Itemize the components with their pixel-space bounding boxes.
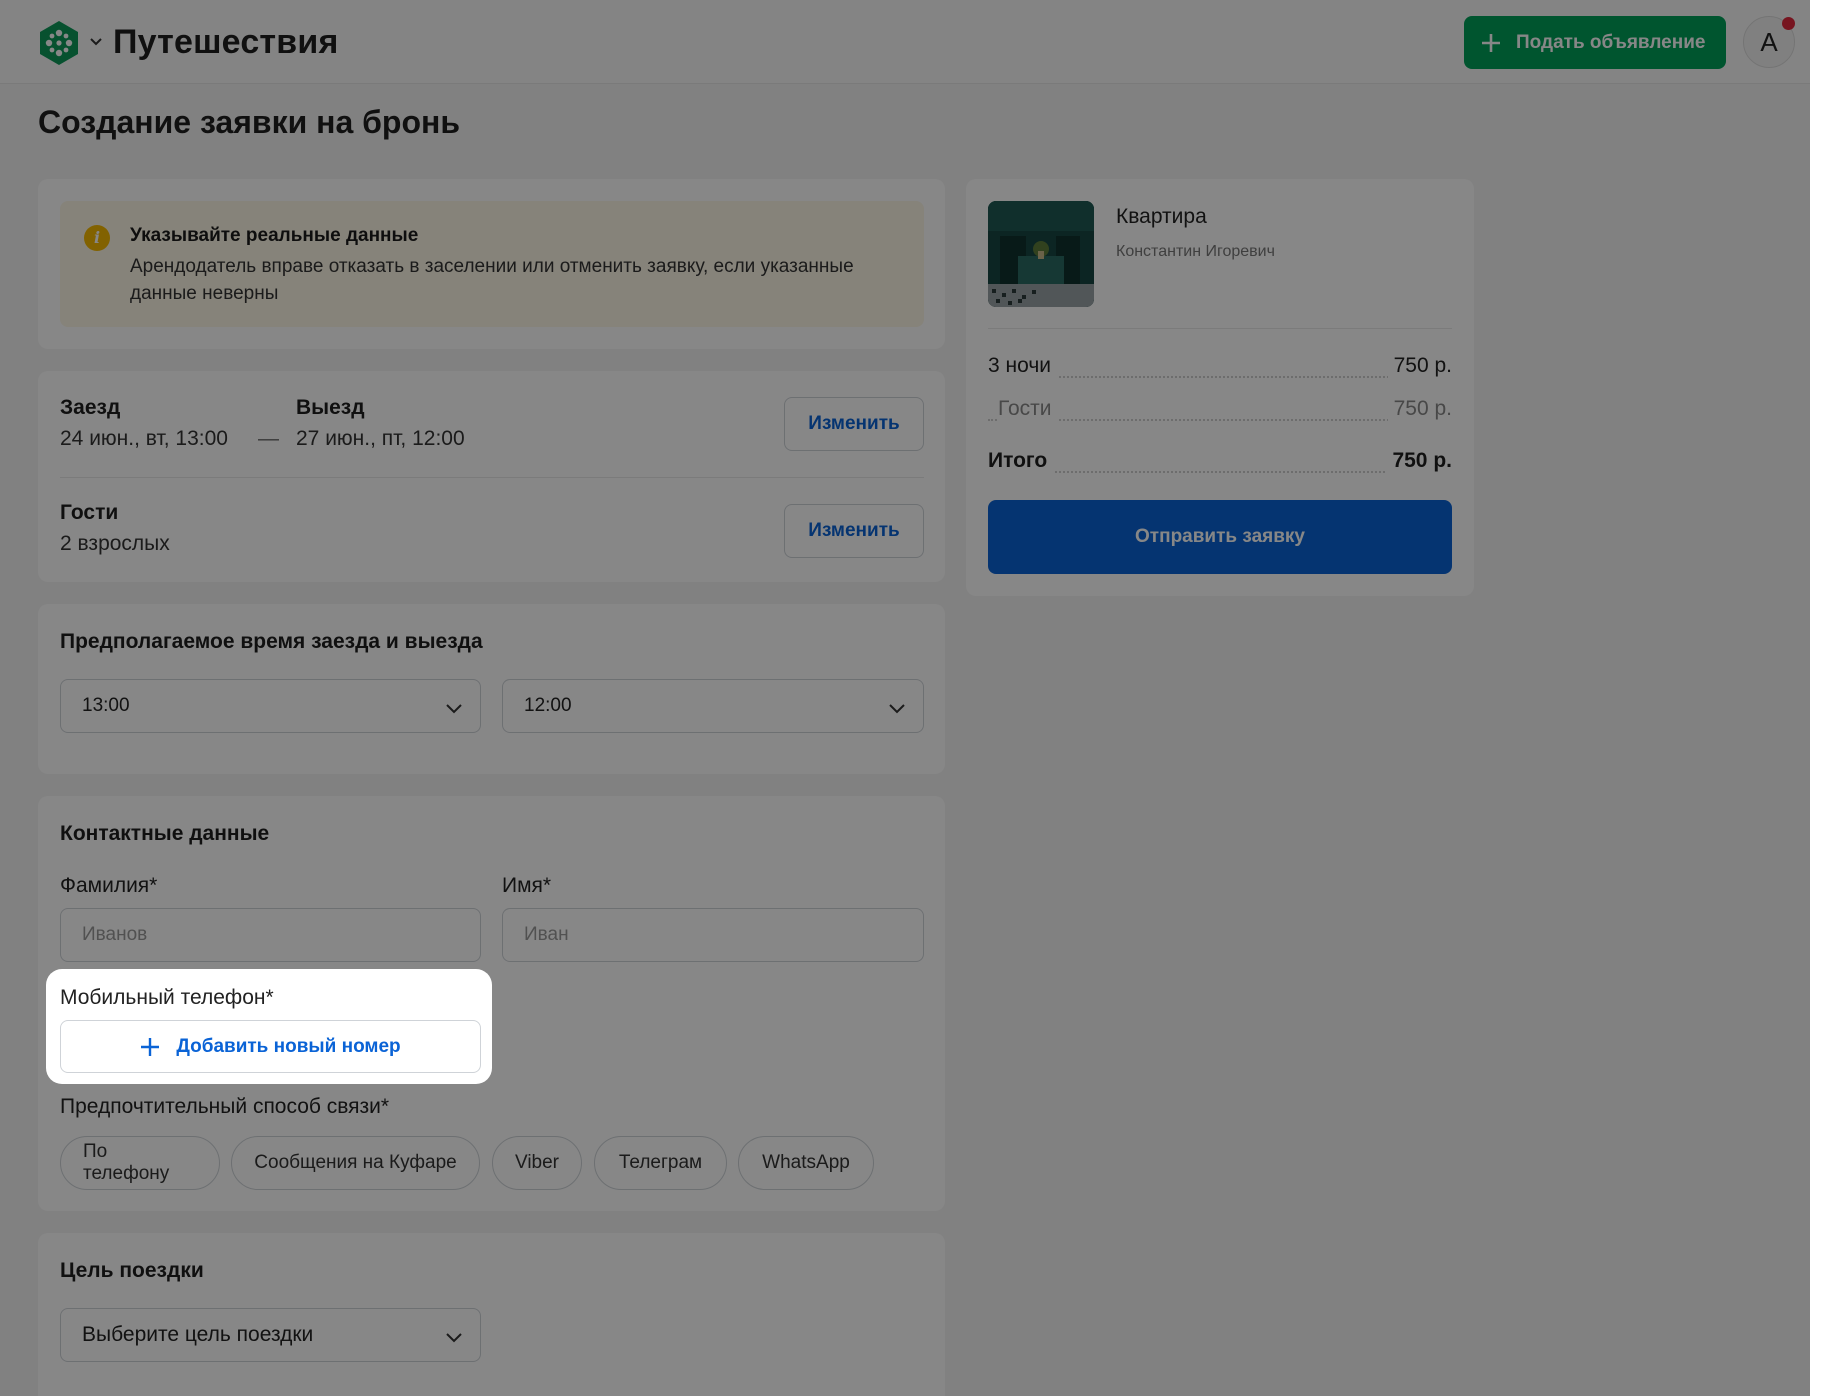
dim-overlay — [0, 0, 1810, 1396]
add-phone-label: Добавить новый номер — [176, 1035, 401, 1057]
add-phone-button[interactable]: Добавить новый номер — [60, 1020, 481, 1073]
scrollbar[interactable] — [1810, 0, 1822, 1396]
plus-icon — [141, 1037, 160, 1056]
phone-field-highlight: Мобильный телефон* Добавить новый номер — [46, 969, 492, 1084]
phone-label: Мобильный телефон* — [60, 986, 274, 1009]
